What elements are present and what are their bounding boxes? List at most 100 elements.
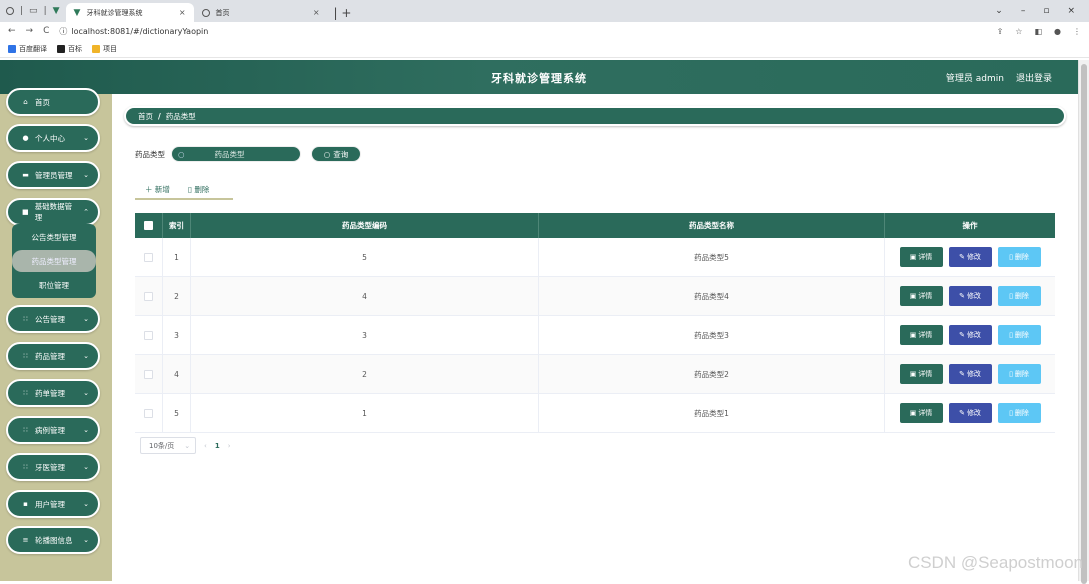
sidebar-item-label: 公告管理 [35, 314, 65, 324]
submenu-item-drug-type[interactable]: 药品类型管理 [12, 250, 96, 272]
account-icon[interactable]: ● [1054, 27, 1061, 36]
logout-link[interactable]: 退出登录 [1016, 71, 1052, 84]
sidebar-item-admin[interactable]: ▬ 管理员管理 ⌄ [6, 161, 100, 189]
delete-button[interactable]: ▯ 删除 [997, 364, 1041, 384]
sidebar-item-label: 牙医管理 [35, 462, 65, 472]
restore-icon[interactable]: ▫ [1043, 6, 1049, 16]
pencil-icon: ✎ [959, 331, 965, 339]
star-icon[interactable]: ☆ [1015, 27, 1022, 36]
info-icon[interactable]: ⓘ [59, 26, 67, 37]
delete-button[interactable]: ▯ 删除 [997, 325, 1041, 345]
sidebar-item-base-data[interactable]: ■ 基础数据管理 ⌃ [6, 198, 100, 226]
submenu-item-position[interactable]: 职位管理 [12, 274, 96, 296]
detail-button[interactable]: ▣ 详情 [899, 286, 943, 306]
close-window-icon[interactable]: × [1067, 6, 1075, 16]
detail-button[interactable]: ▣ 详情 [899, 247, 943, 267]
minimize-icon[interactable]: – [1021, 6, 1026, 16]
page-size-select[interactable]: 10条/页 ⌄ [140, 437, 196, 454]
sidebar-item-profile[interactable]: ● 个人中心 ⌄ [6, 124, 100, 152]
edit-button[interactable]: ✎ 修改 [948, 403, 992, 423]
current-user: 管理员 admin [945, 74, 1004, 84]
back-icon[interactable]: ← [8, 26, 16, 36]
edit-button-label: 修改 [966, 331, 981, 339]
edit-button-label: 修改 [966, 370, 981, 378]
row-checkbox[interactable] [144, 408, 153, 418]
forward-icon[interactable]: → [26, 26, 34, 36]
select-all-checkbox[interactable] [144, 221, 153, 230]
row-checkbox[interactable] [144, 330, 153, 340]
edit-button[interactable]: ✎ 修改 [948, 325, 992, 345]
delete-button[interactable]: ▯ 删除 [997, 247, 1041, 267]
search-input[interactable]: ○ 药品类型 [171, 146, 301, 162]
reload-icon[interactable]: C [43, 26, 49, 36]
close-icon[interactable]: × [313, 8, 320, 17]
delete-button[interactable]: ▯ 删除 [997, 403, 1041, 423]
row-index: 3 [163, 316, 191, 354]
row-actions: ▣ 详情 ✎ 修改 ▯ 删除 [885, 277, 1055, 315]
detail-button[interactable]: ▣ 详情 [899, 403, 943, 423]
tab-title: 牙科就诊管理系统 [86, 8, 143, 17]
grid-icon: ■ [22, 208, 29, 216]
page-scrollbar[interactable] [1078, 60, 1089, 584]
tab-search-icon[interactable]: ⌄ [995, 6, 1003, 16]
prev-page-icon[interactable]: ‹ [204, 442, 207, 450]
detail-button-label: 详情 [918, 370, 933, 378]
row-actions: ▣ 详情 ✎ 修改 ▯ 删除 [885, 316, 1055, 354]
edit-button[interactable]: ✎ 修改 [948, 286, 992, 306]
sidebar-item-label: 药品管理 [35, 351, 65, 361]
sidebar-item-label: 管理员管理 [35, 170, 73, 180]
row-code: 4 [191, 277, 539, 315]
profile-icon[interactable] [6, 7, 14, 15]
apps-icon: ∷ [23, 315, 28, 323]
submenu-item-notice-type[interactable]: 公告类型管理 [12, 226, 96, 248]
page-number[interactable]: 1 [215, 442, 220, 450]
detail-button-label: 详情 [918, 331, 933, 339]
edit-button-label: 修改 [966, 253, 981, 261]
breadcrumb-home[interactable]: 首页 [138, 111, 153, 122]
delete-button[interactable]: ▯ 删除 [997, 286, 1041, 306]
page-size-value: 10条/页 [149, 441, 175, 450]
browser-tab-active[interactable]: ▼ 牙科就诊管理系统 × [65, 3, 194, 22]
select-all-cell [135, 213, 163, 238]
sidebar-item-drug[interactable]: ∷ 药品管理 ⌄ [6, 342, 100, 370]
search-placeholder: 药品类型 [214, 149, 245, 159]
chevron-down-icon: ⌄ [83, 500, 89, 508]
row-checkbox[interactable] [144, 291, 153, 301]
batch-delete-button[interactable]: ▯ 删除 [188, 184, 210, 195]
sidebar-item-prescription[interactable]: ∷ 药单管理 ⌄ [6, 379, 100, 407]
query-button[interactable]: ○ 查询 [311, 146, 361, 162]
share-icon[interactable]: ⇪ [997, 27, 1004, 36]
scrollbar-thumb[interactable] [1081, 64, 1087, 584]
delete-button-label: 删除 [1014, 292, 1029, 300]
tab-divider: | [43, 6, 47, 16]
bookmark-item[interactable]: 百标 [57, 44, 82, 54]
sidebar-item-case[interactable]: ∷ 病例管理 ⌄ [6, 416, 100, 444]
new-tab-button[interactable]: | + [328, 3, 358, 22]
detail-button[interactable]: ▣ 详情 [899, 364, 943, 384]
browser-tab-inactive[interactable]: 首页 × [194, 3, 328, 22]
more-icon[interactable]: ⋮ [1073, 27, 1081, 36]
sidebar-item-dentist[interactable]: ∷ 牙医管理 ⌄ [6, 453, 100, 481]
add-button[interactable]: ＋ 新增 [145, 184, 170, 195]
close-icon[interactable]: × [179, 8, 186, 17]
data-table: 索引 药品类型编码 药品类型名称 操作 1 5 药品类型5 ▣ 详情 ✎ 修改 ▯ 删除 2 4 药品… [135, 213, 1055, 433]
sidebar-item-notice[interactable]: ∷ 公告管理 ⌄ [6, 305, 100, 333]
sidebar-item-home[interactable]: ⌂ 首页 [6, 88, 100, 116]
url-field[interactable]: ⓘ localhost:8081/#/dictionaryYaopin [59, 26, 208, 37]
edit-button[interactable]: ✎ 修改 [948, 364, 992, 384]
sidebar-item-label: 病例管理 [35, 425, 65, 435]
bookmark-item[interactable]: 百度翻译 [8, 44, 47, 54]
row-checkbox[interactable] [144, 252, 153, 262]
monitor-icon: ▬ [22, 171, 29, 179]
column-header-index: 索引 [163, 213, 191, 238]
sidebar-item-user[interactable]: ▪ 用户管理 ⌄ [6, 490, 100, 518]
tab-group-icon[interactable]: ▭ [29, 6, 38, 16]
sidebar-item-carousel[interactable]: ≡ 轮播图信息 ⌄ [6, 526, 100, 554]
sidepanel-icon[interactable]: ◧ [1034, 27, 1042, 36]
edit-button[interactable]: ✎ 修改 [948, 247, 992, 267]
row-checkbox[interactable] [144, 369, 153, 379]
next-page-icon[interactable]: › [228, 442, 231, 450]
detail-button[interactable]: ▣ 详情 [899, 325, 943, 345]
apps-icon: ∷ [23, 352, 28, 360]
bookmark-item[interactable]: 项目 [92, 44, 117, 54]
